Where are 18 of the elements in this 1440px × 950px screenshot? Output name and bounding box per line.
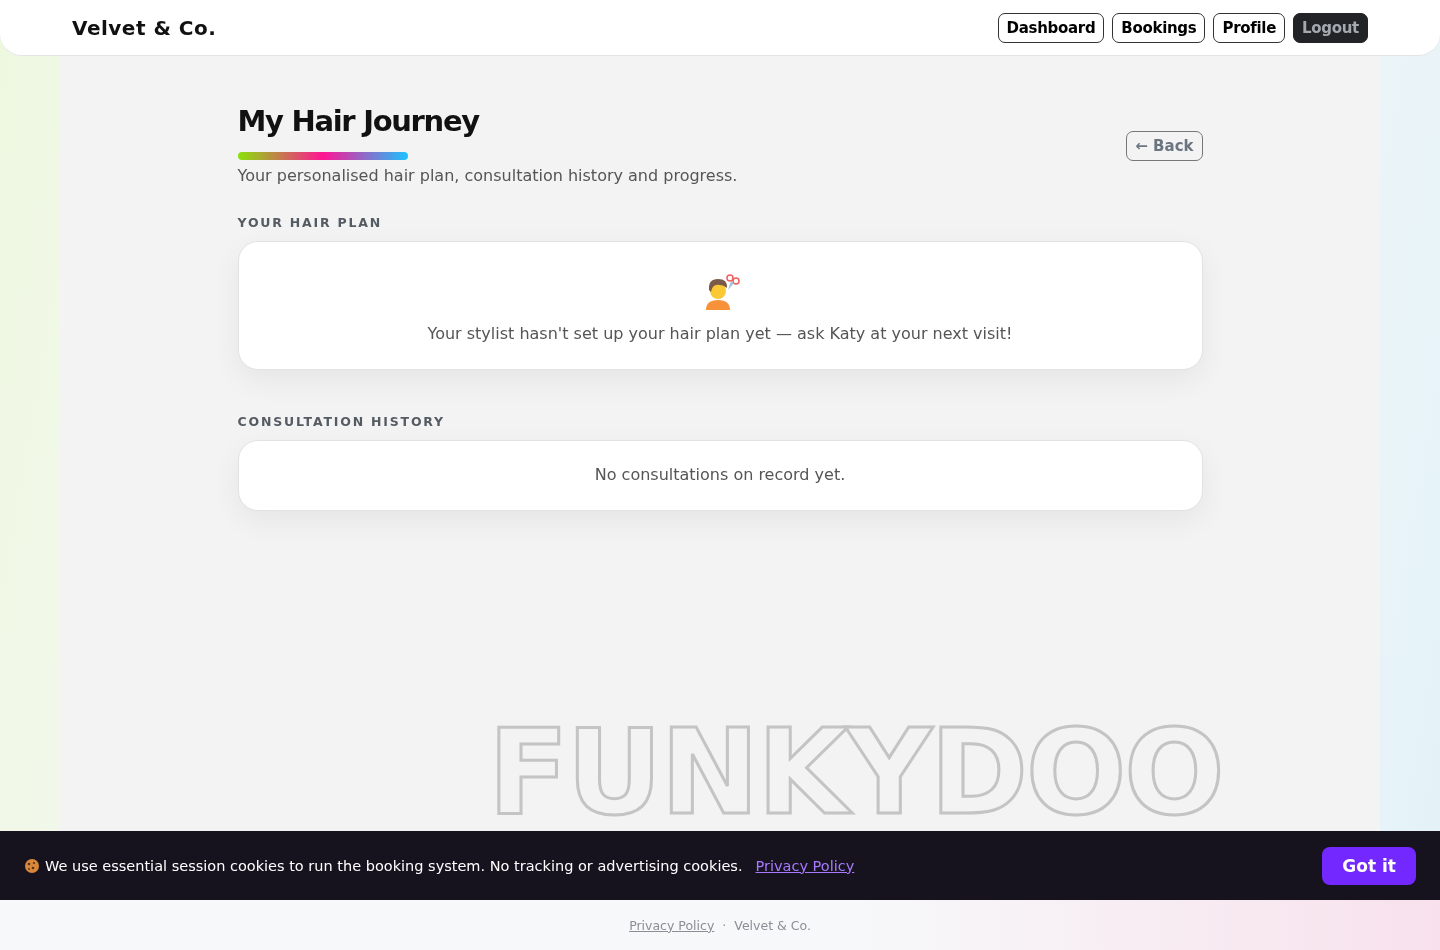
cookie-message: We use essential session cookies to run the booking system. No tracking or advertising cookies.	[45, 857, 743, 874]
nav-button[interactable]: Logout	[1293, 12, 1368, 43]
back-button[interactable]: ← Back	[1126, 131, 1203, 161]
cookie-icon	[24, 857, 40, 874]
page-subtitle: Your personalised hair plan, consultation history and progress.	[237, 166, 738, 185]
got-it-button[interactable]: Got it	[1322, 846, 1416, 885]
nav-button[interactable]: Bookings	[1112, 12, 1206, 43]
empty-state-message: Your stylist hasn't set up your hair plan yet — ask Katy at your next visit!	[427, 324, 1013, 343]
footer-separator: ·	[722, 917, 727, 933]
nav-button[interactable]: Profile	[1213, 12, 1286, 43]
section-heading: CONSULTATION HISTORY	[237, 414, 446, 429]
privacy-policy-link[interactable]: Privacy Policy	[755, 857, 855, 874]
footer-brand: Velvet & Co.	[734, 917, 811, 933]
nav-button[interactable]: Dashboard	[997, 12, 1105, 43]
section-heading: YOUR HAIR PLAN	[237, 215, 384, 230]
page-title: My Hair Journey	[237, 103, 481, 140]
empty-state-message: No consultations on record yet.	[594, 465, 846, 484]
brand-logo-text[interactable]: Velvet & Co.	[72, 15, 217, 40]
